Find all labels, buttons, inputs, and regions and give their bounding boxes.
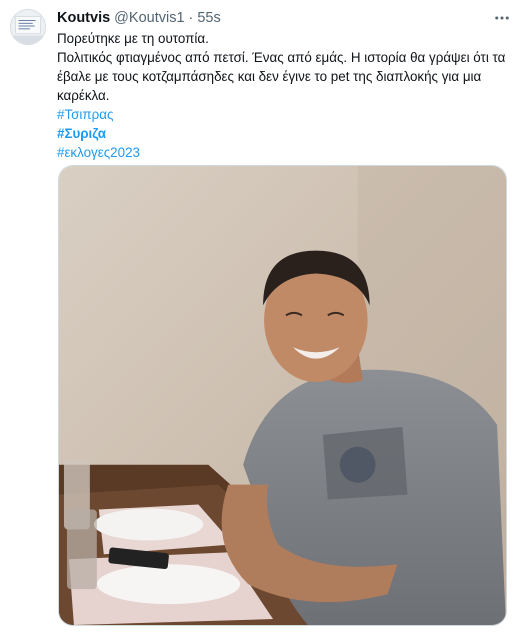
- tweet-photo[interactable]: [58, 165, 507, 626]
- more-options-icon: [495, 16, 509, 20]
- photo-image: [59, 166, 506, 625]
- author-display-name[interactable]: Koutvis: [57, 10, 110, 26]
- hashtag-link[interactable]: #Συριζα: [57, 124, 517, 143]
- header-separator: ·: [188, 10, 194, 26]
- tweet-text-line-2: Πολιτικός φτιαγμένος από πετσί. Ένας από…: [57, 50, 506, 103]
- tweet[interactable]: Koutvis @Koutvis1 · 55s Πορεύτηκε με τη …: [0, 0, 532, 635]
- more-options-button[interactable]: [490, 8, 514, 28]
- tweet-header: Koutvis @Koutvis1 · 55s: [57, 8, 221, 28]
- author-avatar[interactable]: [10, 9, 46, 45]
- tweet-text: Πορεύτηκε με τη ουτοπία. Πολιτικός φτιαγ…: [57, 29, 517, 162]
- tweet-text-line-1: Πορεύτηκε με τη ουτοπία.: [57, 31, 209, 46]
- hashtag-link[interactable]: #εκλογες2023: [57, 143, 517, 162]
- tweet-timestamp[interactable]: 55s: [197, 10, 220, 26]
- author-handle[interactable]: @Koutvis1: [114, 10, 184, 26]
- hashtag-link[interactable]: #Τσιπρας: [57, 105, 517, 124]
- avatar-image: [11, 10, 45, 44]
